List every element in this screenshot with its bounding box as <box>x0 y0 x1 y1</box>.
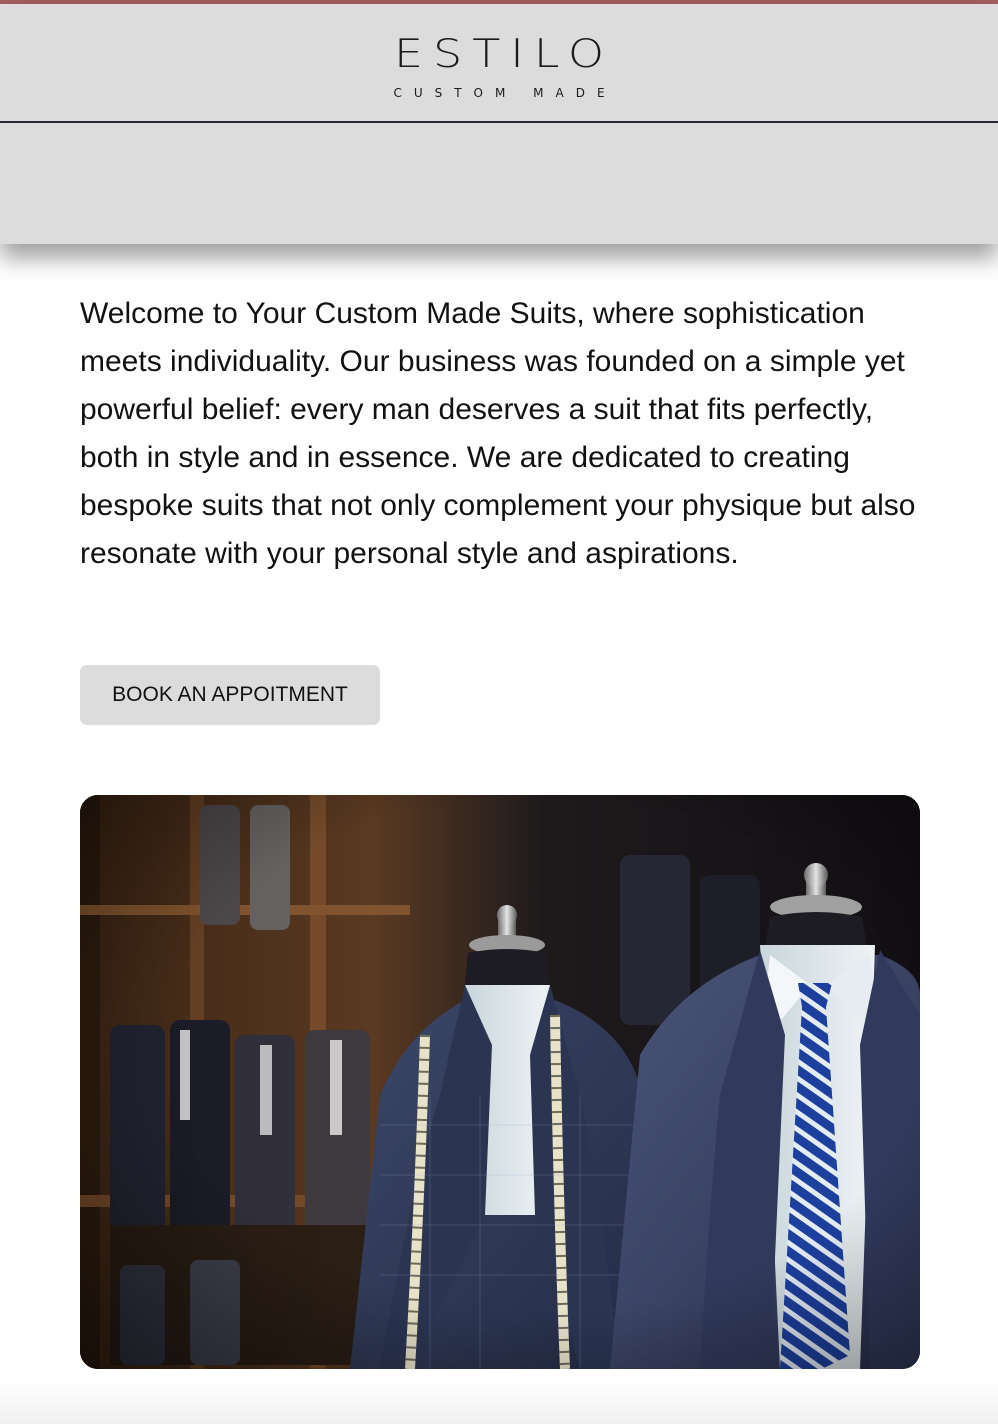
book-appointment-button[interactable]: BOOK AN APPOITMENT <box>80 665 380 725</box>
header-divider <box>0 121 998 123</box>
intro-paragraph: Welcome to Your Custom Made Suits, where… <box>80 297 916 570</box>
hero-image-suits <box>80 795 920 1369</box>
main-content: Welcome to Your Custom Made Suits, where… <box>80 290 928 578</box>
page: ESTILO CUSTOM MADE Welcome to Your Custo… <box>0 0 998 1424</box>
brand-logo[interactable]: ESTILO CUSTOM MADE <box>0 30 998 100</box>
brand-tagline: CUSTOM MADE <box>393 86 617 100</box>
bottom-fade <box>0 1380 998 1424</box>
site-header: ESTILO CUSTOM MADE <box>0 4 998 244</box>
suits-mannequins-illustration <box>80 795 920 1369</box>
brand-name: ESTILO <box>393 29 615 77</box>
